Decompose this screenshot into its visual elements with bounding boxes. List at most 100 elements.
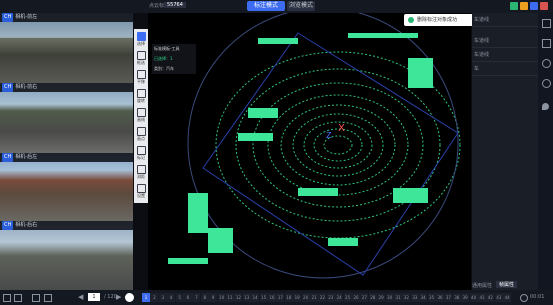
frame-item[interactable]: 2 — [150, 293, 159, 302]
frame-item[interactable]: 40 — [469, 293, 478, 302]
frame-item[interactable]: 21 — [310, 293, 318, 302]
frame-item[interactable]: 5 — [175, 293, 184, 302]
success-toast: 删除标注对象成功 — [404, 14, 474, 26]
play-button[interactable] — [125, 293, 134, 302]
next-frame-icon[interactable]: ▶ — [116, 293, 121, 301]
frame-item[interactable]: 19 — [293, 293, 302, 302]
frame-item[interactable]: 36 — [436, 293, 444, 302]
bottom-bar: ◀ 1 / 120 ▶ 1 2 3 4 5 6 7 8 9 10 11 12 13 14 15 16 17 18 1… — [0, 290, 553, 305]
box-icon — [136, 51, 146, 60]
list-item[interactable]: 车 — [474, 65, 479, 72]
frame-item[interactable]: 14 — [251, 293, 260, 302]
flag-icon — [136, 146, 146, 155]
frame-item[interactable]: 29 — [377, 293, 386, 302]
frame-item[interactable]: 39 — [461, 293, 470, 302]
settings-tool[interactable]: 设置 — [134, 184, 148, 199]
frame-item[interactable]: 44 — [503, 293, 512, 302]
frame-item[interactable]: 32 — [402, 293, 411, 302]
frame-item[interactable]: 9 — [209, 293, 218, 302]
frame-item[interactable]: 12 — [234, 293, 243, 302]
camera-view[interactable]: CH 相机-前左 — [0, 13, 133, 83]
frame-item[interactable]: 27 — [360, 293, 369, 302]
page-input[interactable]: 1 — [88, 293, 100, 301]
hand-icon — [136, 70, 146, 79]
frame-item[interactable]: 26 — [352, 293, 360, 302]
frame-item[interactable]: 43 — [494, 293, 503, 302]
camera-view[interactable]: CH 相机-后右 — [0, 221, 133, 291]
mark-tool[interactable]: 标记 — [134, 146, 148, 161]
annotation-mode-button[interactable]: 标注模式 — [247, 1, 285, 11]
frame-item[interactable]: 3 — [158, 293, 167, 302]
layers-icon[interactable] — [542, 19, 551, 28]
x-axis-marker: X — [338, 123, 345, 134]
info-line-2: 类别：汽车 — [154, 66, 174, 71]
frame-item[interactable]: 42 — [486, 293, 495, 302]
frame-item[interactable]: 41 — [478, 293, 486, 302]
status-blue-icon[interactable] — [530, 2, 538, 10]
z-axis-marker: Z — [326, 131, 332, 140]
trash-icon[interactable] — [32, 294, 40, 302]
right-icon-bar — [538, 13, 553, 290]
frame-item[interactable]: 4 — [167, 293, 176, 302]
frame-item[interactable]: 34 — [419, 293, 428, 302]
grid-icon[interactable] — [44, 294, 52, 302]
check-icon — [408, 16, 414, 23]
eye-icon[interactable] — [542, 79, 551, 88]
frame-item[interactable]: 22 — [318, 293, 327, 302]
gear-icon — [136, 184, 146, 193]
box-tool[interactable]: 框选 — [134, 51, 148, 66]
status-green-icon[interactable] — [510, 2, 518, 10]
line-tool[interactable]: 画线 — [134, 108, 148, 123]
frame-item[interactable]: 18 — [284, 293, 293, 302]
select-tool[interactable]: 选择 — [134, 32, 148, 47]
frame-item[interactable]: 31 — [394, 293, 402, 302]
camera-view[interactable]: CH 相机-前右 — [0, 83, 133, 153]
frame-item[interactable]: 38 — [452, 293, 461, 302]
frame-item[interactable]: 30 — [385, 293, 394, 302]
info-title: 标准模板-工具 — [154, 46, 180, 51]
frame-item[interactable]: 25 — [343, 293, 352, 302]
frame-item[interactable]: 33 — [410, 293, 419, 302]
list-item[interactable]: 车道线 — [474, 51, 489, 58]
list-item[interactable]: 车道线 — [474, 16, 489, 23]
list-item[interactable]: 车道线 — [474, 37, 489, 44]
point-cloud-canvas[interactable]: X Z — [148, 13, 471, 290]
clock-icon — [520, 294, 528, 302]
browse-mode-button[interactable]: 浏览模式 — [287, 1, 315, 11]
info-icon[interactable] — [542, 59, 551, 68]
pan-tool[interactable]: 平移 — [134, 70, 148, 85]
page-total: / 120 — [104, 294, 117, 300]
frame-item[interactable]: 20 — [301, 293, 310, 302]
frame-item[interactable]: 8 — [200, 293, 209, 302]
prev-frame-icon[interactable]: ◀ — [78, 293, 83, 301]
point-icon — [136, 127, 146, 136]
menu-icon[interactable] — [3, 294, 11, 302]
rotate-icon — [136, 89, 146, 98]
rotate-tool[interactable]: 旋转 — [134, 89, 148, 104]
pin-icon[interactable] — [542, 103, 549, 110]
frame-item[interactable]: 17 — [276, 293, 285, 302]
frame-item[interactable]: 37 — [444, 293, 453, 302]
frame-item[interactable]: 35 — [427, 293, 436, 302]
frame-item[interactable]: 6 — [184, 293, 192, 302]
frame-item[interactable]: 23 — [326, 293, 335, 302]
camera-view[interactable]: CH 相机-后左 — [0, 153, 133, 221]
tab-general[interactable]: 通用属性 — [472, 282, 492, 289]
frame-item[interactable]: 13 — [242, 293, 251, 302]
measure-tool[interactable]: 测距 — [134, 165, 148, 180]
status-orange-icon[interactable] — [520, 2, 528, 10]
point-cloud-viewport[interactable]: X Z — [148, 13, 471, 290]
frame-item[interactable]: 1 — [142, 293, 150, 302]
frame-item[interactable]: 7 — [192, 293, 201, 302]
frame-item[interactable]: 24 — [335, 293, 344, 302]
status-red-icon[interactable] — [540, 2, 548, 10]
frame-item[interactable]: 28 — [368, 293, 377, 302]
frame-item[interactable]: 15 — [259, 293, 268, 302]
copy-icon[interactable] — [14, 294, 22, 302]
point-tool[interactable]: 画点 — [134, 127, 148, 142]
frame-item[interactable]: 16 — [268, 293, 276, 302]
list-icon[interactable] — [542, 39, 551, 48]
frame-item[interactable]: 11 — [226, 293, 234, 302]
frame-item[interactable]: 10 — [217, 293, 226, 302]
tab-frame[interactable]: 帧属性 — [496, 281, 518, 288]
